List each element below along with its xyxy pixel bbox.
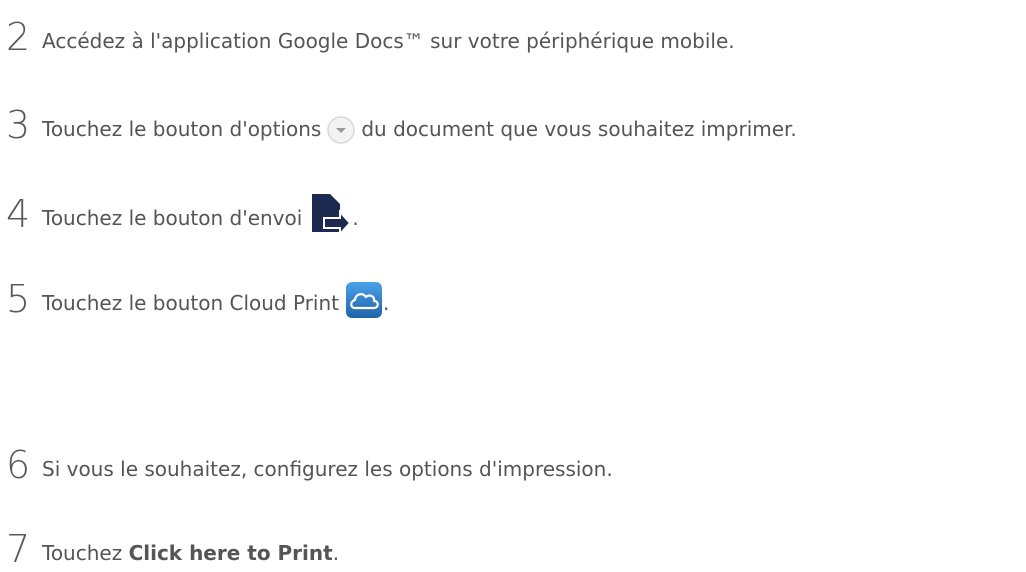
step-text: Touchez le bouton d'envoi . (42, 188, 359, 234)
step-text-before: Touchez le bouton d'envoi (42, 206, 303, 230)
step-text: Touchez Click here to Print . (42, 541, 339, 568)
cloud-print-icon (345, 281, 383, 319)
step-number: 5 (6, 277, 31, 321)
step-4: 4 Touchez le bouton d'envoi . (0, 188, 359, 236)
step-6: 6 Si vous le souhaitez, configurez les o… (0, 446, 613, 484)
step-text-before: Touchez le bouton Cloud Print (42, 291, 339, 315)
click-here-to-print-label: Click here to Print (128, 541, 333, 565)
step-5: 5 Touchez le bouton Cloud Print . (0, 277, 389, 318)
step-number: 3 (6, 103, 31, 147)
step-number: 6 (6, 443, 31, 487)
step-text: Accédez à l'application Google Docs™ sur… (42, 29, 735, 53)
step-text-after: du document que vous souhaitez imprimer. (361, 117, 797, 141)
step-text-before: Touchez (42, 541, 129, 565)
step-7: 7 Touchez Click here to Print . (0, 530, 339, 568)
step-text: Touchez le bouton Cloud Print . (42, 277, 389, 318)
step-number: 2 (6, 15, 31, 59)
step-text: Si vous le souhaitez, configurez les opt… (42, 457, 613, 481)
step-2: 2 Accédez à l'application Google Docs™ s… (0, 18, 735, 56)
step-number: 4 (6, 192, 31, 236)
step-text: Touchez le bouton d'options du document … (42, 113, 797, 144)
step-text-after: . (332, 541, 340, 565)
step-number: 7 (6, 527, 31, 571)
send-icon (308, 192, 352, 234)
step-3: 3 Touchez le bouton d'options du documen… (0, 106, 797, 144)
options-chevron-icon (327, 116, 356, 144)
step-text-after: . (383, 291, 390, 315)
step-text-after: . (352, 206, 359, 230)
step-text-before: Touchez le bouton d'options (42, 117, 322, 141)
